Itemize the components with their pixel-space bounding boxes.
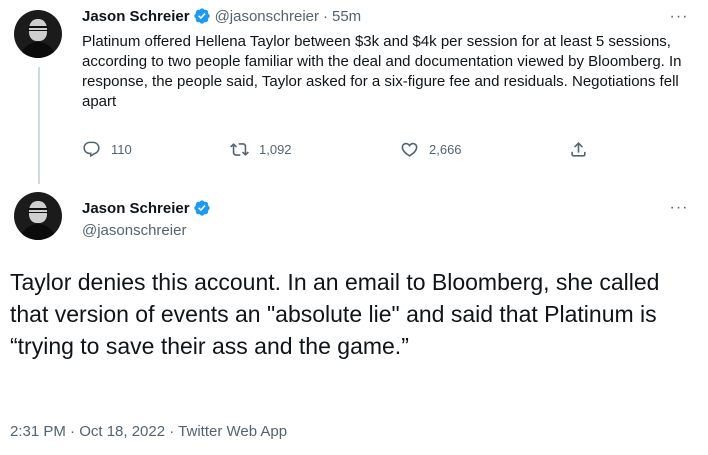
avatar[interactable]	[14, 10, 62, 58]
share-button[interactable]	[569, 140, 598, 159]
more-icon[interactable]: ···	[668, 197, 690, 219]
tweet-1-header: Jason Schreier @jasonschreier · 55m	[82, 7, 361, 25]
thread-line	[38, 67, 40, 184]
author-name[interactable]: Jason Schreier	[82, 8, 190, 25]
author-handle[interactable]: @jasonschreier	[215, 8, 319, 25]
tweet-2-header: Jason Schreier	[82, 199, 215, 217]
like-count: 2,666	[429, 142, 462, 157]
reply-button[interactable]: 110	[82, 140, 132, 159]
share-icon	[571, 142, 586, 157]
retweet-count: 1,092	[259, 142, 292, 157]
avatar-glasses	[28, 208, 48, 213]
reply-icon	[83, 141, 100, 158]
tweet-timestamp[interactable]: 2:31 PM · Oct 18, 2022	[10, 423, 165, 440]
author-handle[interactable]: @jasonschreier	[82, 222, 186, 239]
heart-icon	[401, 142, 418, 157]
metadata-separator: ·	[169, 423, 175, 440]
tweet-time[interactable]: 55m	[332, 8, 361, 25]
tweet-text: Taylor denies this account. In an email …	[10, 269, 660, 359]
tweet-metadata: 2:31 PM · Oct 18, 2022 · Twitter Web App	[10, 423, 287, 440]
avatar-body	[20, 42, 56, 58]
tweet-actions: 110 1,092 2,666	[82, 140, 602, 168]
more-icon[interactable]: ···	[668, 6, 690, 28]
header-separator: ·	[323, 7, 328, 25]
avatar-body	[20, 224, 56, 240]
author-name[interactable]: Jason Schreier	[82, 200, 190, 217]
like-button[interactable]: 2,666	[400, 140, 462, 159]
verified-badge-icon	[193, 8, 210, 24]
reply-count: 110	[111, 142, 132, 157]
retweet-icon	[230, 143, 249, 156]
avatar[interactable]	[14, 192, 62, 240]
retweet-button[interactable]: 1,092	[230, 140, 292, 159]
tweet-source[interactable]: Twitter Web App	[178, 423, 287, 440]
avatar-glasses	[28, 26, 48, 31]
tweet-text: Platinum offered Hellena Taylor between …	[82, 33, 682, 110]
verified-badge-icon	[193, 200, 210, 216]
